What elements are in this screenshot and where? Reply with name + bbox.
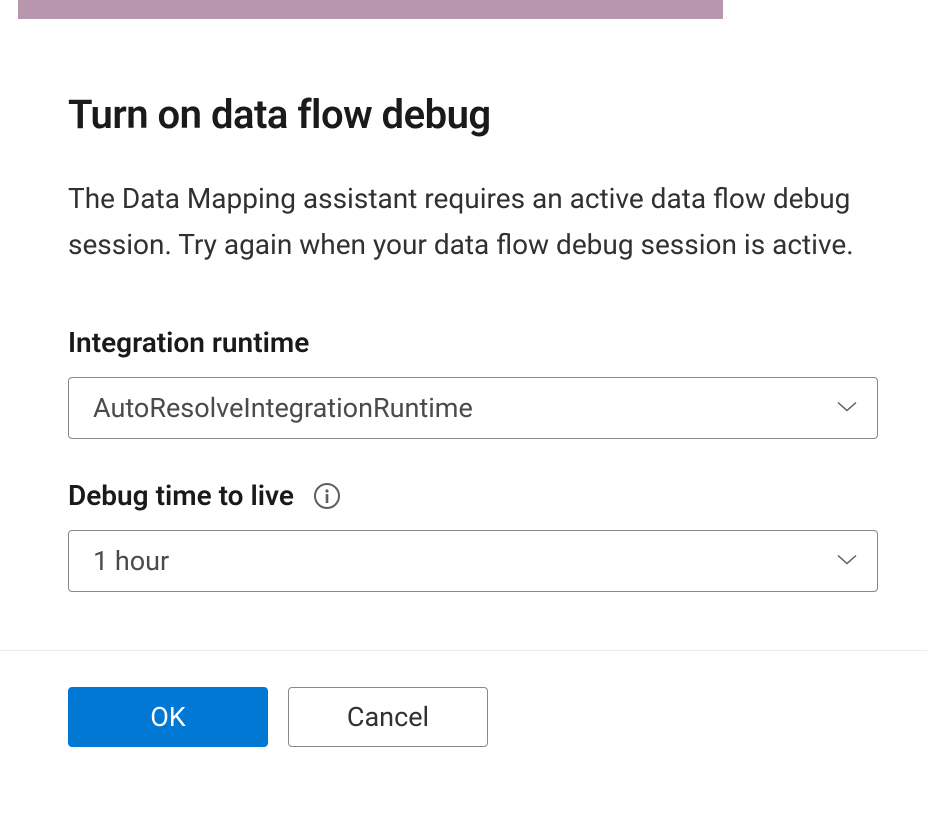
button-row: OK Cancel: [68, 651, 868, 747]
top-accent-bar: [18, 0, 723, 19]
debug-ttl-select-wrapper: 1 hour: [68, 530, 878, 592]
integration-runtime-label: Integration runtime: [68, 326, 868, 359]
ok-button[interactable]: OK: [68, 687, 268, 747]
info-icon[interactable]: [314, 483, 340, 509]
debug-ttl-group: Debug time to live 1 hour: [68, 479, 868, 592]
debug-ttl-value: 1 hour: [93, 545, 169, 577]
dialog-description: The Data Mapping assistant requires an a…: [68, 176, 868, 268]
dialog-title: Turn on data flow debug: [68, 91, 868, 138]
debug-ttl-select[interactable]: 1 hour: [68, 530, 878, 592]
debug-ttl-label: Debug time to live: [68, 479, 868, 512]
integration-runtime-label-text: Integration runtime: [68, 326, 309, 359]
integration-runtime-select-wrapper: AutoResolveIntegrationRuntime: [68, 377, 878, 439]
integration-runtime-select[interactable]: AutoResolveIntegrationRuntime: [68, 377, 878, 439]
cancel-button[interactable]: Cancel: [288, 687, 488, 747]
integration-runtime-group: Integration runtime AutoResolveIntegrati…: [68, 326, 868, 439]
integration-runtime-value: AutoResolveIntegrationRuntime: [93, 392, 473, 424]
debug-ttl-label-text: Debug time to live: [68, 479, 294, 512]
debug-dialog: Turn on data flow debug The Data Mapping…: [0, 19, 920, 747]
